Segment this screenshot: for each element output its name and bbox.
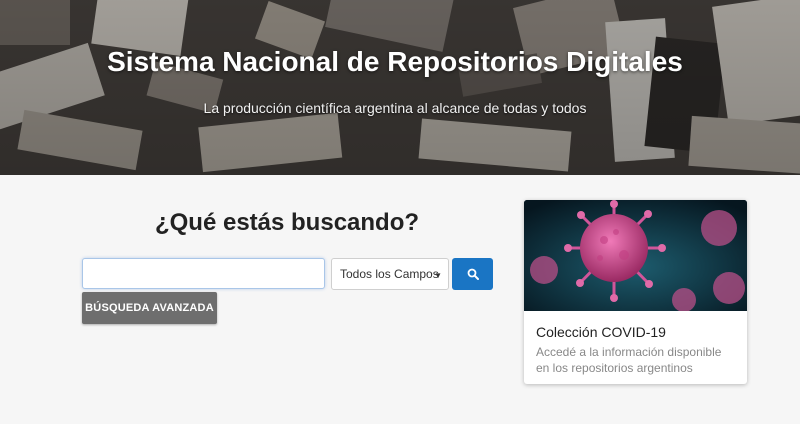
card-description: Accedé a la información disponible en lo… [536, 345, 722, 375]
covid-collection-card[interactable]: Colección COVID-19 Accedé a la informaci… [524, 200, 747, 384]
virus-illustration-icon [524, 200, 747, 311]
site-title: Sistema Nacional de Repositorios Digital… [107, 46, 683, 77]
chevron-down-icon: ▼ [434, 271, 442, 280]
hero-overlay [0, 0, 800, 175]
search-heading: ¿Qué estás buscando? [154, 209, 420, 236]
hero-banner: Sistema Nacional de Repositorios Digital… [0, 0, 800, 175]
search-field-selected: Todos los Campos [340, 267, 439, 281]
site-subtitle: La producción científica argentina al al… [203, 100, 587, 116]
search-input[interactable] [82, 258, 325, 289]
card-title: Colección COVID-19 [536, 324, 666, 340]
search-button[interactable] [452, 258, 493, 290]
search-icon [467, 268, 479, 280]
advanced-search-button[interactable]: BÚSQUEDA AVANZADA [82, 292, 217, 324]
search-field-select[interactable]: Todos los Campos ▼ [331, 258, 449, 290]
